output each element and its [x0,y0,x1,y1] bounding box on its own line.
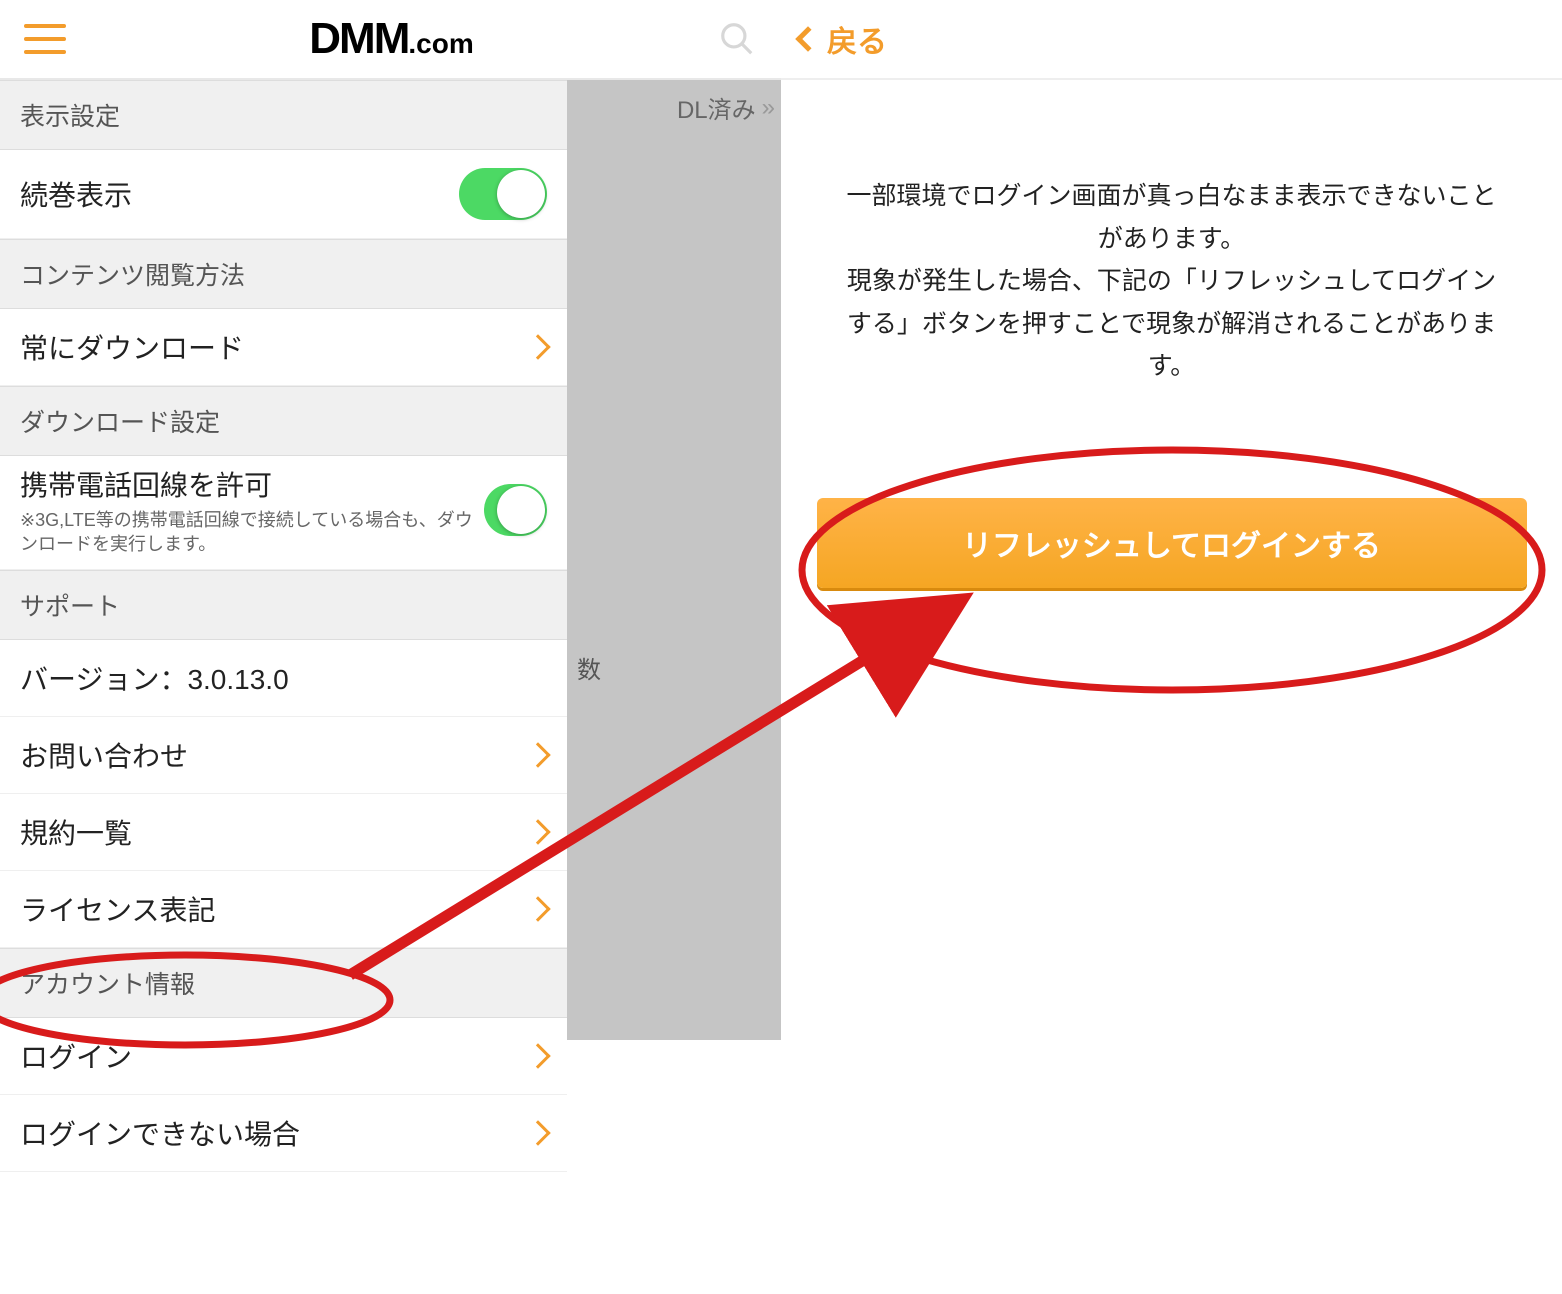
terms-label: 規約一覧 [20,812,132,852]
cellular-toggle[interactable] [484,484,547,536]
logo-text-big: DMM [309,14,408,64]
section-header-download: ダウンロード設定 [0,386,567,456]
license-label: ライセンス表記 [20,889,215,929]
row-sequel-display: 続巻表示 [0,150,567,239]
back-button[interactable]: 戻る [799,17,887,61]
chevron-right-icon [525,1120,550,1145]
chevron-left-icon [795,26,820,51]
section-header-account: アカウント情報 [0,948,567,1018]
section-header-viewing: コンテンツ閲覧方法 [0,239,567,309]
info-text: 一部環境でログイン画面が真っ白なまま表示できないことがあります。 現象が発生した… [781,80,1562,388]
menu-icon[interactable] [24,24,66,54]
row-license[interactable]: ライセンス表記 [0,871,567,948]
chevron-right-icon [525,1043,550,1068]
chevron-right-icon [525,742,550,767]
back-label: 戻る [827,17,887,61]
row-login[interactable]: ログイン [0,1018,567,1095]
refresh-login-button[interactable]: リフレッシュしてログインする [817,498,1527,588]
row-version: バージョン：3.0.13.0 [0,640,567,717]
right-header: 戻る [781,0,1562,80]
login-label: ログイン [20,1036,132,1076]
row-cellular-allow: 携帯電話回線を許可 ※3G,LTE等の携帯電話回線で接続している場合も、ダウンロ… [0,456,567,570]
chevron-right-icon [525,334,550,359]
row-cannot-login[interactable]: ログインできない場合 [0,1095,567,1172]
section-header-support: サポート [0,570,567,640]
cannot-login-label: ログインできない場合 [20,1113,300,1153]
backdrop-text: 数 [577,650,601,685]
row-always-download[interactable]: 常にダウンロード [0,309,567,386]
chevron-right-icon [525,896,550,921]
logo: DMM .com [309,14,473,64]
always-download-label: 常にダウンロード [20,327,244,367]
sequel-display-label: 続巻表示 [20,174,132,214]
dl-filter-chip[interactable]: DL済み » [677,90,769,125]
cellular-title: 携帯電話回線を許可 [20,464,484,504]
drawer-body: DL済み » 数 表示設定 続巻表示 コンテンツ閲覧方法 常にダウンロード ダウ… [0,80,781,1172]
right-panel: 戻る 一部環境でログイン画面が真っ白なまま表示できないことがあります。 現象が発… [781,0,1562,1294]
settings-list: 表示設定 続巻表示 コンテンツ閲覧方法 常にダウンロード ダウンロード設定 携帯… [0,80,567,1172]
search-icon[interactable] [717,19,757,59]
left-panel: DMM .com DL済み » 数 表示設定 続巻表示 コンテンツ閲覧方法 [0,0,781,1294]
sequel-display-toggle[interactable] [459,168,547,220]
drawer-backdrop: DL済み » 数 [567,80,781,1040]
row-contact[interactable]: お問い合わせ [0,717,567,794]
section-header-display: 表示設定 [0,80,567,150]
cellular-subtext: ※3G,LTE等の携帯電話回線で接続している場合も、ダウンロードを実行します。 [20,508,484,557]
chevron-right-icon [525,819,550,844]
dl-filter-label: DL済み [677,90,756,125]
header-bar: DMM .com [0,0,781,80]
row-terms[interactable]: 規約一覧 [0,794,567,871]
version-label: バージョン：3.0.13.0 [20,658,289,698]
contact-label: お問い合わせ [20,735,188,775]
logo-text-small: .com [408,28,473,60]
